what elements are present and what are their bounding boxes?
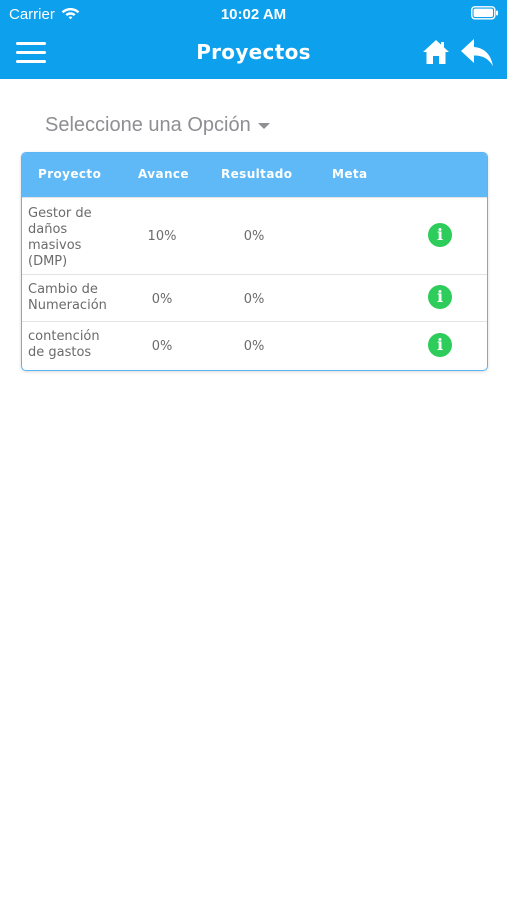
cell-avance: 0% [151,292,173,307]
cell-avance: 10% [147,229,177,244]
navbar: Proyectos [0,28,507,79]
cell-proyecto: contención de gastos [28,329,100,360]
info-icon[interactable]: i [428,285,452,309]
table-row: Cambio de Numeración 0% 0% i [22,274,487,322]
option-selector-label: Seleccione una Opción [45,114,251,136]
cell-resultado: 0% [243,292,265,307]
cell-resultado: 0% [243,339,265,354]
caret-down-icon [257,122,270,129]
header-avance: Avance [138,167,189,181]
battery-icon [471,6,498,20]
cell-resultado: 0% [243,229,265,244]
status-time: 10:02 AM [220,6,287,23]
table-row: contención de gastos 0% 0% i [22,321,487,370]
header-resultado: Resultado [221,167,293,181]
table-header: Proyecto Avance Resultado Meta [22,153,487,197]
cell-proyecto: Gestor de daños masivos (DMP) [28,206,92,269]
cell-proyecto: Cambio de Numeración [28,282,107,313]
info-icon[interactable]: i [428,333,452,357]
info-icon[interactable]: i [428,223,452,247]
table-row: Gestor de daños masivos (DMP) 10% 0% i [22,197,487,275]
status-bar: Carrier 10:02 AM [0,0,507,28]
projects-table: Proyecto Avance Resultado Meta Gestor de… [21,152,488,371]
header-meta: Meta [332,167,368,181]
cell-avance: 0% [151,339,173,354]
home-icon[interactable] [422,38,450,66]
app-header: Carrier 10:02 AM Proyectos [0,0,507,79]
option-selector[interactable]: Seleccione una Opción [45,114,270,137]
reply-icon[interactable] [460,36,494,68]
header-proyecto: Proyecto [38,167,102,181]
